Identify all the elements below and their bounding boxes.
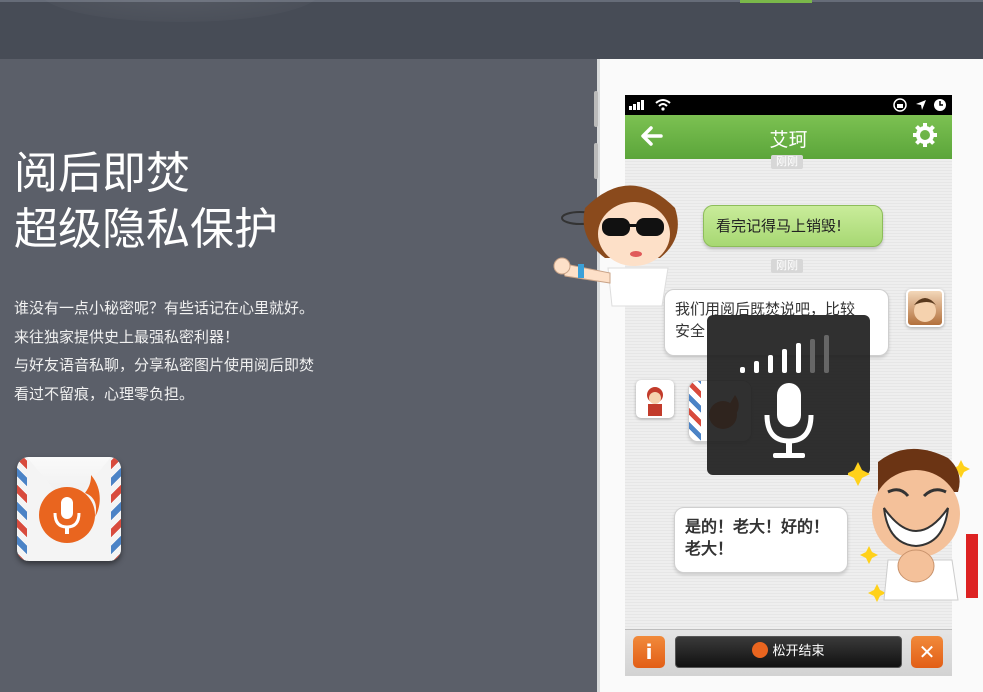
gear-icon[interactable]: [912, 123, 938, 149]
phone-side-button: [594, 91, 598, 127]
airmail-stripe-left: [17, 457, 27, 561]
lock-icon: [893, 98, 907, 112]
desc-line: 谁没有一点小秘密呢？有些话记在心里就好。: [14, 299, 315, 317]
chat-bubble-sent: 看完记得马上销毁!: [703, 205, 883, 247]
headline-line-1: 阅后即焚: [14, 148, 190, 199]
top-accent-bar: [740, 0, 812, 3]
airmail-stripe-right: [111, 457, 121, 561]
airmail-stripe: [689, 381, 701, 441]
cancel-button[interactable]: ✕: [911, 636, 943, 668]
avatar[interactable]: [636, 380, 674, 418]
release-to-end-button[interactable]: 松开结束: [675, 636, 902, 668]
avatar[interactable]: [906, 289, 944, 327]
release-label: 松开结束: [772, 644, 825, 659]
recording-overlay: [707, 315, 870, 475]
chat-bubble-received: 是的！老大！好的！ 老大！: [674, 507, 848, 573]
hero-headline: 阅后即焚 超级隐私保护: [14, 146, 278, 258]
hero-description: 谁没有一点小秘密呢？有些话记在心里就好。 来往独家提供史上最强私密利器！ 与好友…: [14, 294, 314, 408]
chat-title-bar: 艾珂: [625, 115, 952, 159]
fire-mic-icon: [39, 475, 100, 543]
timestamp: 刚刚: [771, 259, 803, 273]
top-glare: [40, 0, 320, 22]
timestamp: 刚刚: [771, 155, 803, 169]
desc-line: 来往独家提供史上最强私密利器！: [14, 327, 240, 346]
headline-line-2: 超级隐私保护: [14, 204, 278, 255]
avatar-child-icon: [914, 298, 936, 322]
info-button[interactable]: i: [633, 636, 665, 668]
clock-icon: [934, 99, 946, 111]
avatar-cartoon-icon: [647, 387, 663, 416]
chat-title: 艾珂: [769, 129, 808, 151]
microphone-icon: [764, 383, 814, 458]
signal-icon: [629, 100, 644, 110]
wifi-icon: [655, 99, 671, 111]
cartoon-boy-begging: [848, 448, 978, 602]
volume-level-icon: [740, 335, 829, 373]
message-line: 是的！老大！好的！: [685, 517, 830, 536]
message-line: 老大！: [685, 539, 734, 558]
location-icon: [916, 100, 926, 110]
app-icon[interactable]: [17, 457, 121, 561]
desc-line: 看过不留痕，心理零负担。: [14, 384, 195, 403]
input-bar: i 松开结束 ✕: [625, 629, 952, 676]
top-band: [0, 0, 983, 59]
desc-line: 与好友语音私聊，分享私密图片使用阅后即焚: [14, 356, 315, 374]
cartoon-girl-sunglasses: [553, 185, 678, 307]
fire-icon: [752, 642, 769, 658]
status-bar: [625, 95, 952, 115]
